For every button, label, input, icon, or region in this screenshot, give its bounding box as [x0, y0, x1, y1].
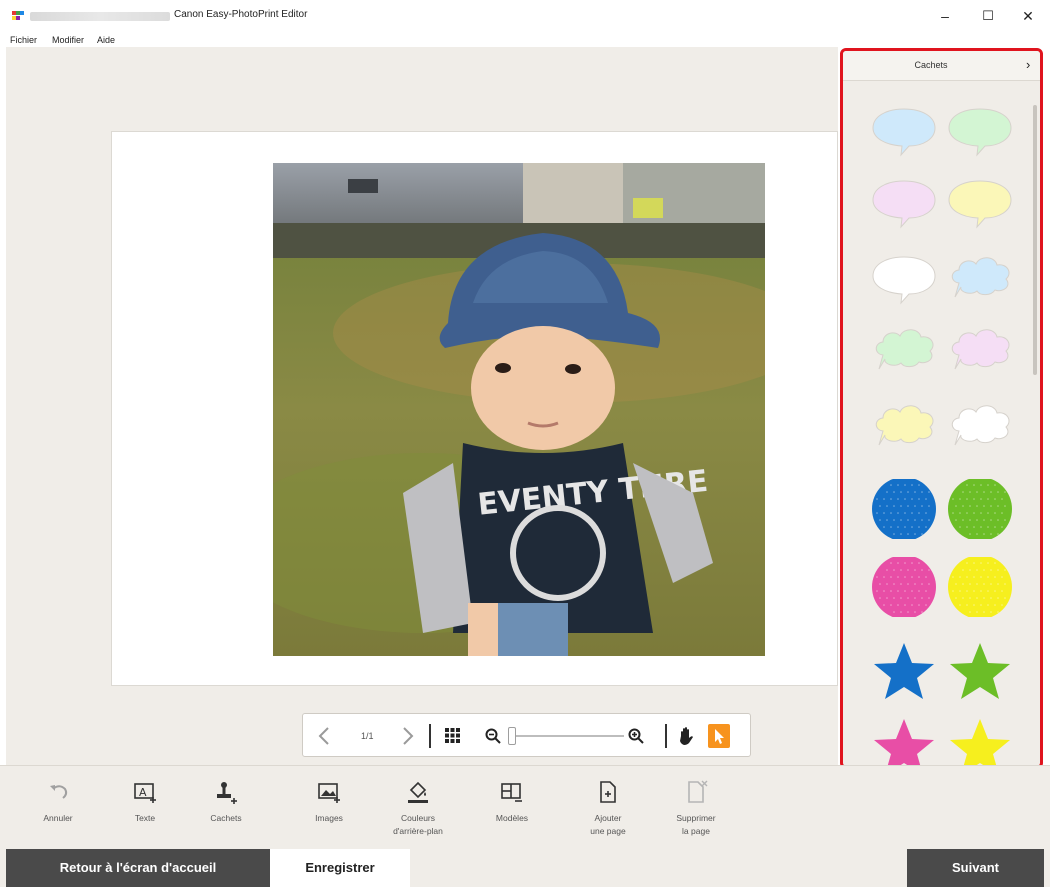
panel-header: Cachets ›: [843, 51, 1040, 81]
stamp-cloud-bubble-blue[interactable]: [947, 249, 1013, 309]
dotted-circle-blue-icon: [872, 477, 936, 541]
panel-collapse-button[interactable]: ›: [1026, 57, 1030, 72]
grid-view-icon[interactable]: [445, 728, 460, 743]
background-colors-button[interactable]: Couleurs d'arrière-plan: [378, 766, 458, 850]
menu-bar: Fichier Modifier Aide: [0, 33, 1050, 47]
panel-scrollbar[interactable]: [1033, 105, 1037, 375]
stamp-speech-bubble-pink[interactable]: [871, 173, 937, 233]
delete-page-button[interactable]: Supprimer la page: [656, 766, 736, 850]
speech-bubble-yellow-icon: [948, 180, 1012, 229]
star-green-icon: [950, 643, 1010, 699]
image-icon: [318, 783, 340, 803]
footer-bar: Retour à l'écran d'accueil Enregistrer S…: [0, 849, 1050, 887]
stamps-label: Cachets: [210, 813, 242, 823]
stamp-star-blue[interactable]: [871, 641, 937, 701]
speech-bubble-blue-icon: [872, 108, 936, 157]
template-icon: [501, 783, 522, 802]
stamp-star-green[interactable]: [947, 641, 1013, 701]
zoom-slider-handle[interactable]: [508, 727, 516, 745]
back-to-home-button[interactable]: Retour à l'écran d'accueil: [6, 849, 270, 887]
cloud-bubble-yellow-icon: [875, 405, 934, 446]
text-icon: A: [134, 783, 156, 803]
undo-button[interactable]: Annuler: [18, 766, 98, 850]
stamp-star-pink[interactable]: [871, 717, 937, 766]
star-yellow-icon: [950, 719, 1010, 766]
speech-bubble-green-icon: [948, 108, 1012, 157]
menu-edit[interactable]: Modifier: [52, 35, 84, 45]
text-button[interactable]: A Texte: [105, 766, 185, 850]
menu-help[interactable]: Aide: [97, 35, 115, 45]
stamp-icon: [217, 782, 237, 804]
blurred-file-path: [30, 12, 170, 21]
next-page-icon[interactable]: [401, 726, 415, 746]
delete-page-label: Supprimer la page: [676, 813, 716, 836]
separator: [429, 724, 431, 748]
star-blue-icon: [874, 643, 934, 699]
page-indicator: 1/1: [361, 731, 374, 741]
cloud-bubble-green-icon: [875, 329, 934, 370]
app-logo-icon: [12, 11, 24, 21]
stamp-speech-bubble-blue[interactable]: [871, 101, 937, 161]
cloud-bubble-blue-icon: [951, 257, 1010, 298]
page-navigation-toolbar: 1/1: [302, 713, 751, 757]
zoom-out-icon[interactable]: [485, 728, 501, 744]
undo-label: Annuler: [43, 813, 73, 823]
minimize-button[interactable]: –: [933, 6, 957, 26]
stamp-speech-bubble-white[interactable]: [871, 249, 937, 309]
background-colors-label: Couleurs d'arrière-plan: [393, 813, 443, 836]
pointer-icon: [715, 729, 724, 744]
stamp-dotted-circle-blue[interactable]: [871, 477, 937, 541]
maximize-button[interactable]: ☐: [976, 6, 1000, 26]
dotted-circle-pink-icon: [872, 555, 936, 619]
window-title: Canon Easy-PhotoPrint Editor: [174, 9, 308, 20]
add-page-label: Ajouter une page: [590, 813, 626, 836]
add-page-icon: [600, 781, 616, 803]
templates-label: Modèles: [495, 813, 529, 823]
text-label: Texte: [134, 813, 156, 823]
dotted-circle-green-icon: [948, 477, 1012, 541]
templates-button[interactable]: Modèles: [472, 766, 552, 850]
images-button[interactable]: Images: [289, 766, 369, 850]
stamp-dotted-circle-pink[interactable]: [871, 555, 937, 619]
stamp-star-yellow[interactable]: [947, 717, 1013, 766]
stamp-cloud-bubble-pink[interactable]: [947, 321, 1013, 381]
hand-tool-icon[interactable]: [678, 727, 694, 745]
stamp-dotted-circle-yellow[interactable]: [947, 555, 1013, 619]
zoom-in-icon[interactable]: [628, 728, 644, 744]
speech-bubble-white-icon: [872, 256, 936, 305]
stamps-panel: Cachets ›: [840, 48, 1043, 769]
cloud-bubble-pink-icon: [951, 329, 1010, 370]
stamp-dotted-circle-green[interactable]: [947, 477, 1013, 541]
save-button[interactable]: Enregistrer: [270, 849, 410, 887]
stamp-speech-bubble-yellow[interactable]: [947, 173, 1013, 233]
stamp-speech-bubble-green[interactable]: [947, 101, 1013, 161]
dotted-circle-yellow-icon: [948, 555, 1012, 619]
menu-file[interactable]: Fichier: [10, 35, 37, 45]
speech-bubble-pink-icon: [872, 180, 936, 229]
zoom-slider-track[interactable]: [510, 735, 624, 737]
child-photo[interactable]: EVENTY THRE: [273, 163, 765, 656]
title-bar: Canon Easy-PhotoPrint Editor – ☐ ✕: [0, 0, 1050, 33]
stamp-cloud-bubble-yellow[interactable]: [871, 397, 937, 457]
close-window-button[interactable]: ✕: [1016, 6, 1040, 26]
undo-icon: [50, 785, 68, 799]
stamp-cloud-bubble-green[interactable]: [871, 321, 937, 381]
panel-title: Cachets: [914, 60, 948, 70]
stamps-button[interactable]: Cachets: [186, 766, 266, 850]
previous-page-icon[interactable]: [317, 726, 331, 746]
stamp-cloud-bubble-white[interactable]: [947, 397, 1013, 457]
next-button[interactable]: Suivant: [907, 849, 1044, 887]
action-toolbar: Annuler A Texte Cachets Images Couleurs …: [0, 765, 1050, 849]
images-label: Images: [315, 813, 343, 823]
select-tool-button[interactable]: [708, 724, 730, 748]
add-page-button[interactable]: Ajouter une page: [568, 766, 648, 850]
delete-page-icon: [688, 780, 708, 803]
svg-text:A: A: [139, 786, 147, 799]
star-pink-icon: [874, 719, 934, 766]
paint-bucket-icon: [408, 781, 428, 803]
cloud-bubble-white-icon: [951, 405, 1010, 446]
photo-illustration: EVENTY THRE: [273, 163, 765, 656]
separator: [665, 724, 667, 748]
